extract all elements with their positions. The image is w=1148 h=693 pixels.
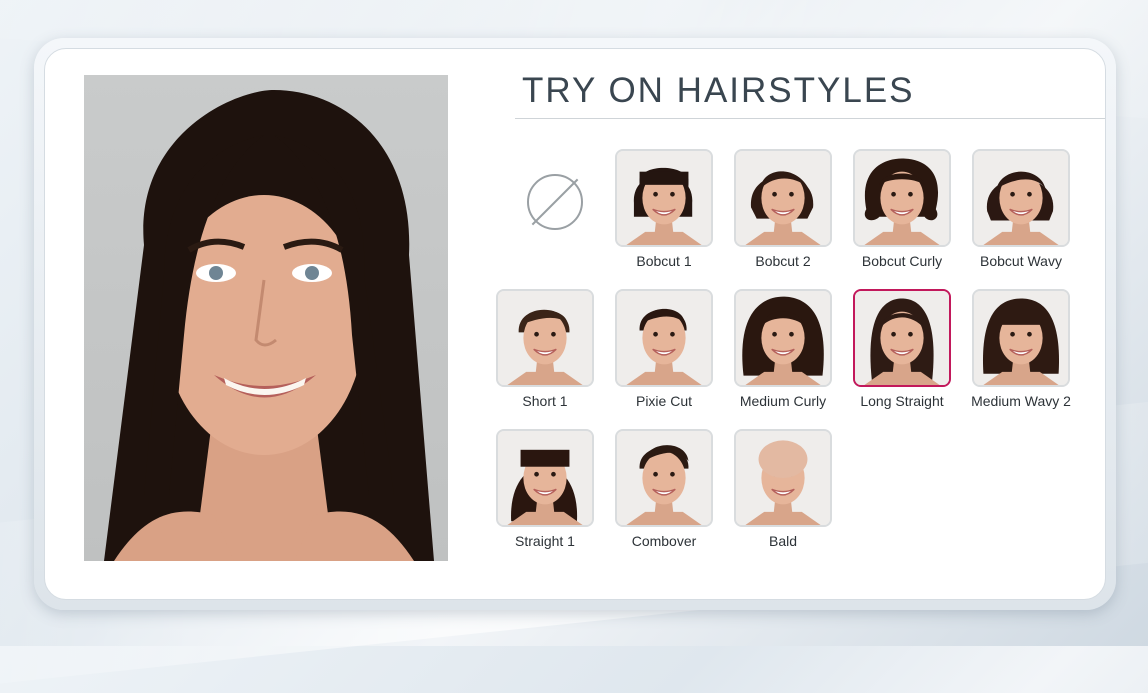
hairstyle-label: Straight 1 xyxy=(515,533,575,549)
hairstyle-option[interactable]: Pixie Cut xyxy=(604,289,724,409)
hairstyle-thumbnail[interactable] xyxy=(615,429,713,527)
hairstyle-option[interactable]: Combover xyxy=(604,429,724,549)
hairstyle-thumbnail[interactable] xyxy=(734,289,832,387)
page-title: TRY ON HAIRSTYLES xyxy=(522,71,915,110)
hairstyle-label: Long Straight xyxy=(860,393,944,409)
hairstyle-thumbnail[interactable] xyxy=(615,149,713,247)
hairstyle-thumbnail[interactable] xyxy=(972,289,1070,387)
hairstyle-label: Pixie Cut xyxy=(635,393,693,409)
hairstyle-label: Bald xyxy=(768,533,798,549)
hairstyle-label: Bobcut 2 xyxy=(755,253,811,269)
hairstyle-thumbnail[interactable] xyxy=(496,289,594,387)
main-card: TRY ON HAIRSTYLES Bobcut 1 Bobcut 2 Bobc… xyxy=(44,48,1106,600)
hairstyle-thumbnail[interactable] xyxy=(615,289,713,387)
hairstyle-label: Combover xyxy=(631,533,697,549)
hairstyle-label: Bobcut Curly xyxy=(861,253,943,269)
hairstyle-option[interactable]: Straight 1 xyxy=(485,429,605,549)
hairstyle-option[interactable]: Bobcut 2 xyxy=(723,149,843,269)
hairstyle-option[interactable]: Medium Curly xyxy=(723,289,843,409)
hairstyle-thumbnail[interactable] xyxy=(734,149,832,247)
hairstyle-label: Bobcut Wavy xyxy=(980,253,1062,269)
hairstyle-option[interactable]: Bobcut Wavy xyxy=(961,149,1081,269)
hairstyle-label: Short 1 xyxy=(522,393,568,409)
app-frame: TRY ON HAIRSTYLES Bobcut 1 Bobcut 2 Bobc… xyxy=(34,38,1116,610)
hairstyle-label: Medium Wavy 2 xyxy=(971,393,1071,409)
hairstyle-thumbnail[interactable] xyxy=(496,429,594,527)
hairstyle-option[interactable]: Long Straight xyxy=(842,289,962,409)
hairstyle-option[interactable]: Short 1 xyxy=(485,289,605,409)
hairstyle-label: Medium Curly xyxy=(739,393,827,409)
title-divider xyxy=(515,118,1105,119)
hairstyle-thumbnail[interactable] xyxy=(853,289,951,387)
no-hairstyle-icon[interactable] xyxy=(527,174,583,230)
hairstyle-thumbnail[interactable] xyxy=(853,149,951,247)
hairstyle-option[interactable]: Bald xyxy=(723,429,843,549)
hairstyle-thumbnail[interactable] xyxy=(734,429,832,527)
hairstyle-thumbnail[interactable] xyxy=(972,149,1070,247)
hairstyle-option[interactable]: Medium Wavy 2 xyxy=(961,289,1081,409)
hairstyle-label: Bobcut 1 xyxy=(636,253,692,269)
hairstyle-option[interactable]: Bobcut Curly xyxy=(842,149,962,269)
hairstyle-option[interactable]: Bobcut 1 xyxy=(604,149,724,269)
user-portrait-photo xyxy=(84,75,448,561)
